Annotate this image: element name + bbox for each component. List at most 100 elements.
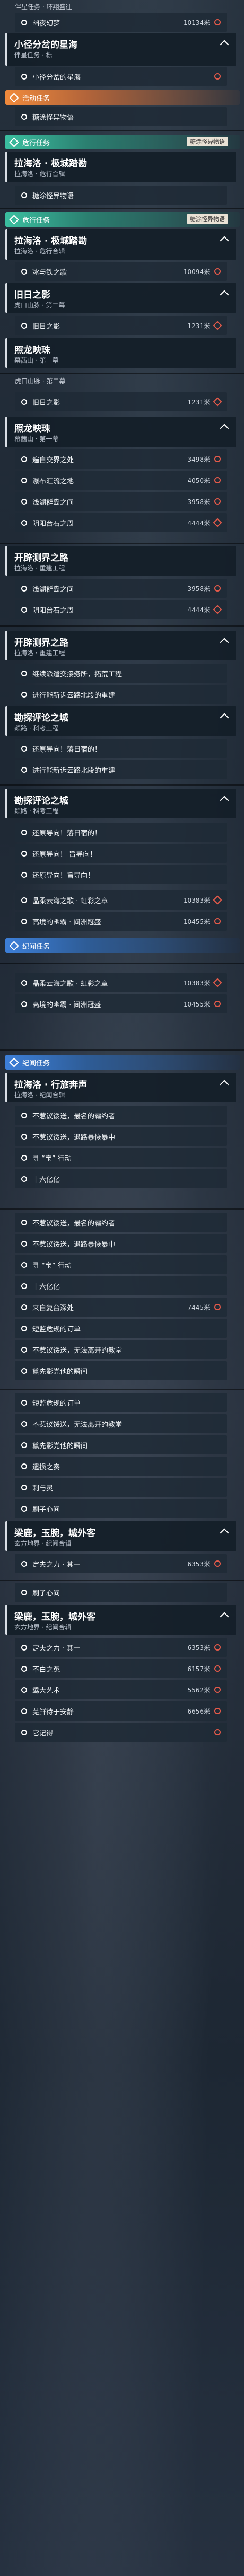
quest-step-row[interactable]: 不白之冤 6157米 (15, 1659, 227, 1678)
quest-step-row[interactable]: 不惹议馁送，退路暴恢暴中 (15, 1127, 227, 1146)
quest-step-row[interactable]: 糖涂怪异物语 (15, 107, 227, 126)
category-banner-mission[interactable]: 危行任务 糖涂怪异物语 (5, 135, 240, 149)
track-dot-icon[interactable] (214, 1644, 221, 1651)
quest-step-row[interactable]: 刺与灵 (15, 1478, 227, 1497)
quest-step-row[interactable]: 不惹议馁送，无法离开的教堂 (15, 1340, 227, 1359)
quest-step-row[interactable]: 晶柔云海之歌 · 虹彩之章 10383米 (15, 973, 227, 992)
track-dot-icon[interactable] (214, 1001, 221, 1007)
quest-group-header[interactable]: 旧日之影 虎口山脉 · 第二幕 (5, 283, 236, 313)
quest-step-row[interactable]: 短监危规的订单 (15, 1319, 227, 1338)
quest-step-row[interactable]: 糖涂怪异物语 (15, 186, 227, 205)
chevron-up-icon[interactable] (220, 1528, 229, 1538)
quest-step-row[interactable]: 还原导向！落日宿的！ (15, 823, 227, 842)
quest-step-row[interactable]: 黛先影党他的瞬间 (15, 1361, 227, 1380)
track-dot-icon[interactable] (214, 1729, 221, 1735)
quest-step-row[interactable]: 阴阳台石之周 4444米 (15, 600, 227, 619)
category-banner-mission[interactable]: 危行任务 糖涂怪异物语 (5, 212, 240, 227)
quest-step-row[interactable]: 浅湖群岛之间 3958米 (15, 492, 227, 511)
quest-step-row[interactable]: 不惹议馁送，最名的霸约者 (15, 1213, 227, 1232)
quest-step-row[interactable]: 黛先影党他的瞬间 (15, 1435, 227, 1454)
quest-step-row[interactable]: 十六亿亿 (15, 1169, 227, 1188)
chevron-up-icon[interactable] (220, 713, 229, 722)
step-distance: 6353米 (187, 1644, 210, 1652)
quest-step-row[interactable]: 进行能新诉云路北段的重建 (15, 760, 227, 779)
quest-step-row[interactable]: 不惹议馁送，无法离开的教堂 (15, 1414, 227, 1433)
track-dot-icon[interactable] (214, 268, 221, 275)
chevron-up-icon[interactable] (220, 236, 229, 245)
track-dot-icon[interactable] (214, 1687, 221, 1693)
quest-step-row[interactable]: 旧日之影 1231米 (15, 392, 227, 411)
category-banner-chronicle[interactable]: 纪闻任务 (5, 1055, 240, 1070)
quest-group-header[interactable]: 勘探评论之城 颖路 · 科考工程 (5, 706, 236, 736)
quest-step-row[interactable]: 它记得 (15, 1723, 227, 1742)
quest-step-row[interactable]: 冰与铁之歌 10094米 (15, 262, 227, 281)
quest-step-row[interactable]: 还原导向！旨导向！ (15, 865, 227, 884)
quest-step-row[interactable]: 来自复台深处 7445米 (15, 1298, 227, 1317)
quest-step-row[interactable]: 小径分岔的星海 (15, 67, 227, 86)
track-dot-icon[interactable] (214, 456, 221, 462)
quest-step-row[interactable]: 不惹议馁送，退路暴恢暴中 (15, 1234, 227, 1253)
category-banner-activity[interactable]: 活动任务 (5, 90, 240, 105)
track-dot-icon[interactable] (214, 1665, 221, 1672)
quest-step-row[interactable]: 浅湖群岛之间 3958米 (15, 579, 227, 598)
quest-step-row[interactable]: 高境的幽霸 · 间洲冠盛 10455米 (15, 912, 227, 931)
chevron-up-icon[interactable] (220, 40, 229, 49)
quest-step-row[interactable]: 遗损之奏 (15, 1457, 227, 1476)
quest-step-row[interactable]: 旧日之影 1231米 (15, 316, 227, 335)
track-diamond-icon[interactable] (213, 518, 222, 527)
quest-step-row[interactable]: 晶柔云海之歌 · 虹彩之章 10383米 (15, 890, 227, 910)
quest-step-row[interactable]: 定夫之力 · 其一 6353米 (15, 1554, 227, 1573)
track-dot-icon[interactable] (214, 585, 221, 592)
quest-step-row[interactable]: 寻 “宝” 行动 (15, 1255, 227, 1274)
track-dot-icon[interactable] (214, 918, 221, 924)
category-banner-chronicle[interactable]: 纪闻任务 (5, 938, 240, 953)
chevron-up-icon[interactable] (220, 1612, 229, 1621)
track-dot-icon[interactable] (214, 498, 221, 505)
track-diamond-icon[interactable] (213, 321, 222, 330)
quest-step-row[interactable]: 短监危规的订单 (15, 1393, 227, 1412)
track-diamond-icon[interactable] (213, 605, 222, 614)
quest-group-header[interactable]: 开辟测界之路 拉海洛 · 重建工程 (5, 546, 236, 576)
chevron-up-icon[interactable] (220, 638, 229, 647)
quest-step-row[interactable]: 鸳大艺术 5562米 (15, 1680, 227, 1699)
quest-step-row[interactable]: 遍自交界之处 3498米 (15, 449, 227, 469)
quest-group-header[interactable]: 拉海洛 · 极城踏勘 拉海洛 · 危行合辑 (5, 229, 236, 260)
quest-step-row[interactable]: 定夫之力 · 其一 6353米 (15, 1638, 227, 1657)
quest-group-header[interactable]: 开辟测界之路 拉海洛 · 重建工程 (5, 631, 236, 660)
track-diamond-icon[interactable] (213, 397, 222, 407)
quest-group-header[interactable]: 小径分岔的星海 伴星任务 · 栎 (5, 33, 236, 66)
track-dot-icon[interactable] (214, 1304, 221, 1310)
track-dot-icon[interactable] (214, 1708, 221, 1714)
quest-step-row[interactable]: 寻 “宝” 行动 (15, 1148, 227, 1167)
quest-group-header[interactable]: 照龙映珠 幕茜山 · 第一幕 (5, 417, 236, 447)
quest-group-header[interactable]: 梁鹿，玉腕，城外客 玄方地界 · 纪闻合辑 (5, 1521, 236, 1551)
quest-step-row[interactable]: 十六亿亿 (15, 1276, 227, 1295)
chevron-up-icon[interactable] (220, 796, 229, 805)
chevron-up-icon[interactable] (220, 1080, 229, 1089)
quest-step-row[interactable]: 刷子心间 (15, 1583, 227, 1602)
quest-step-row[interactable]: 芜鲜待于安静 6656米 (15, 1701, 227, 1721)
quest-step-row[interactable]: 高境的幽霸 · 间洲冠盛 10455米 (15, 994, 227, 1013)
quest-step-row[interactable]: 继续派遣交接务所，拓荒工程 (15, 664, 227, 683)
quest-group-header[interactable]: 照龙映珠 幕茜山 · 第一幕 (5, 338, 236, 368)
chevron-up-icon[interactable] (220, 424, 229, 433)
quest-step-row[interactable]: 进行能新诉云路北段的重建 (15, 685, 227, 704)
quest-group-header[interactable]: 梁鹿，玉腕，城外客 玄方地界 · 纪闻合辑 (5, 1605, 236, 1635)
track-dot-icon[interactable] (214, 19, 221, 25)
quest-step-row[interactable]: 瀑布汇流之地 4050米 (15, 471, 227, 490)
quest-step-row[interactable]: 还原导向！落日宿的！ (15, 739, 227, 758)
quest-step-row[interactable]: 不惹议馁送，最名的霸约者 (15, 1106, 227, 1125)
quest-step-row[interactable]: 阴阳台石之周 4444米 (15, 513, 227, 532)
quest-step-row[interactable]: 幽夜幻梦 10134米 (15, 13, 227, 32)
quest-group-header[interactable]: 拉海洛 · 行旅奔声 拉海洛 · 纪闻合辑 (5, 1073, 236, 1102)
chevron-up-icon[interactable] (220, 290, 229, 299)
quest-step-row[interactable]: 刷子心间 (15, 1499, 227, 1518)
quest-group-header[interactable]: 拉海洛 · 极城踏勘 拉海洛 · 危行合辑 (5, 152, 236, 182)
track-dot-icon[interactable] (214, 1560, 221, 1567)
quest-group-header[interactable]: 勘探评论之城 颖路 · 科考工程 (5, 789, 236, 818)
track-dot-icon[interactable] (214, 73, 221, 80)
track-diamond-icon[interactable] (213, 895, 222, 905)
track-diamond-icon[interactable] (213, 978, 222, 987)
track-dot-icon[interactable] (214, 477, 221, 483)
quest-step-row[interactable]: 还原导向！ 旨导向！ (15, 844, 227, 863)
